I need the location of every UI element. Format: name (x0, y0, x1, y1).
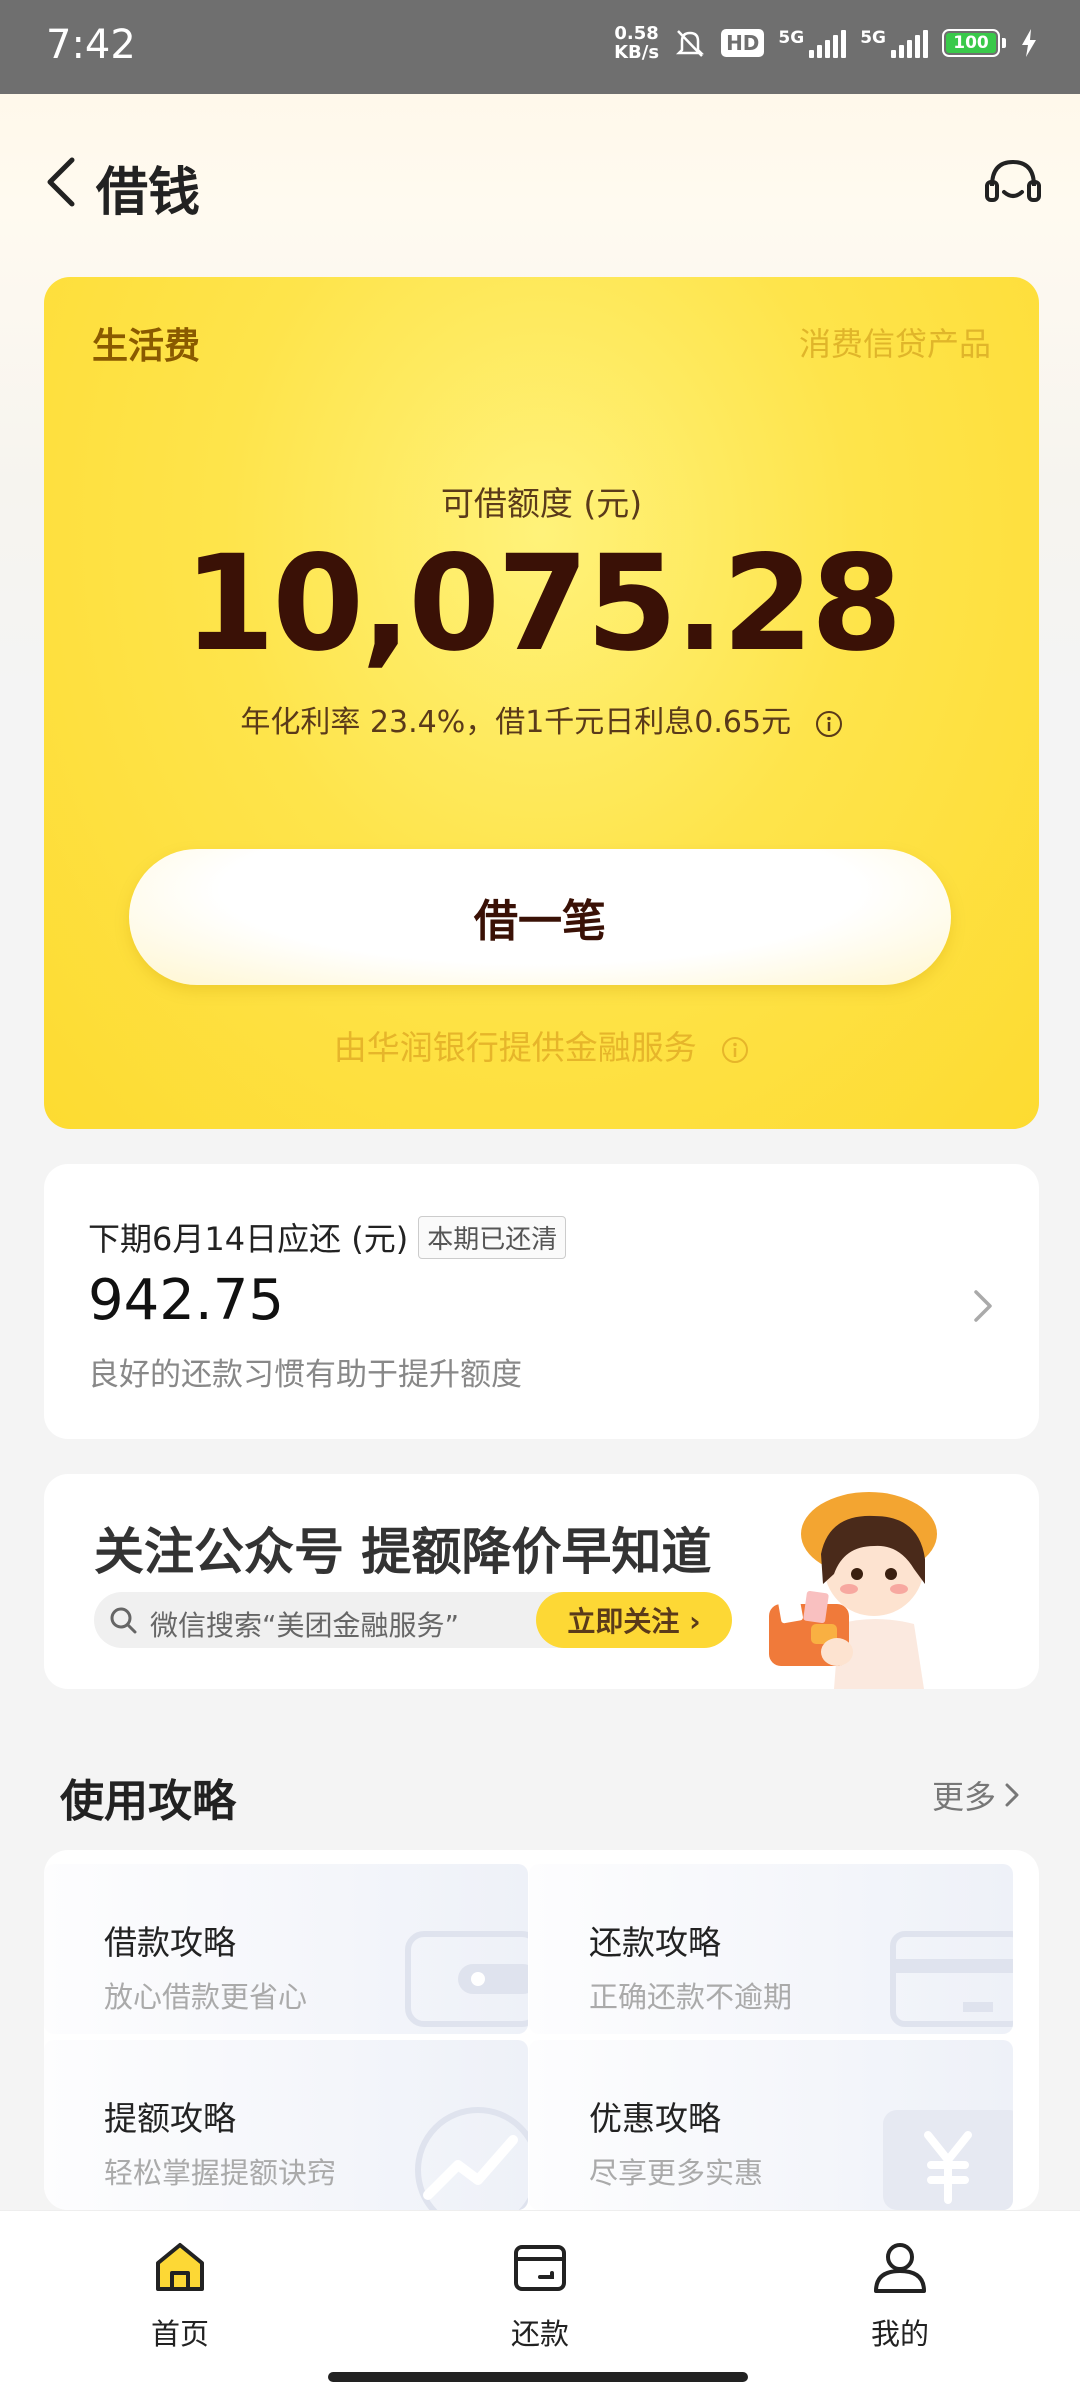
chevron-right-icon (974, 1290, 992, 1322)
rate-row: 年化利率 23.4%，借1千元日利息0.65元 (44, 697, 1039, 741)
header: 借钱 (0, 130, 1080, 240)
chevron-left-icon[interactable] (42, 152, 82, 212)
guide-item-title: 提额攻略 (104, 2099, 236, 2138)
search-icon (110, 1607, 137, 1634)
trend-up-deco-icon (415, 2107, 528, 2210)
guide-item-title: 优惠攻略 (589, 2099, 721, 2138)
guide-item-subtitle: 正确还款不逾期 (589, 1980, 793, 2014)
guide-item-discount[interactable]: 优惠攻略 尽享更多实惠 (529, 2040, 1013, 2210)
status-time: 7:42 (46, 22, 136, 68)
person-icon (874, 2243, 926, 2293)
status-icons: 0.58 KB/s HD 5G 5G 100 (614, 24, 1038, 62)
repayment-tip: 良好的还款习惯有助于提升额度 (88, 1357, 522, 1393)
quota-label: 可借额度 (元) (440, 484, 643, 523)
guide-item-quota[interactable]: 提额攻略 轻松掌握提额诀窍 (44, 2040, 528, 2210)
nav-label-repay: 还款 (510, 2317, 569, 2351)
wallet-icon (514, 2245, 566, 2291)
charging-icon (1022, 29, 1036, 57)
sim1-label: 5G (778, 28, 805, 48)
page-title: 借钱 (96, 163, 201, 223)
repayment-title: 下期6月14日应还 (元) (88, 1220, 409, 1258)
headset-icon[interactable] (982, 152, 1044, 214)
status-bar: 7:42 0.58 KB/s HD 5G 5G 100 (0, 0, 1080, 94)
mute-bell-icon (676, 30, 705, 57)
nav-item-repay[interactable]: 还款 (450, 2237, 630, 2357)
guide-item-subtitle: 放心借款更省心 (104, 1980, 308, 2014)
card-label: 生活费 (92, 326, 201, 367)
guide-item-borrow[interactable]: 借款攻略 放心借款更省心 (44, 1864, 528, 2034)
guide-item-repay[interactable]: 还款攻略 正确还款不逾期 (529, 1864, 1013, 2034)
signal-sim2-icon: 5G (860, 28, 928, 58)
guide-more-label: 更多 (931, 1778, 996, 1816)
girl-with-wallet-illustration (769, 1492, 937, 1689)
nav-item-home[interactable]: 首页 (90, 2237, 270, 2357)
nav-item-mine[interactable]: 我的 (810, 2237, 990, 2357)
home-icon (156, 2243, 204, 2291)
bank-info-icon[interactable] (721, 1036, 749, 1064)
chevron-right-small-icon (1005, 1783, 1019, 1807)
hd-badge: HD (721, 29, 765, 57)
repayment-title-row: 下期6月14日应还 (元) 本期已还清 (88, 1214, 567, 1260)
repayment-card[interactable]: 下期6月14日应还 (元) 本期已还清 942.75 良好的还款习惯有助于提升额… (44, 1164, 1039, 1439)
banner-search-text: 微信搜索“美团金融服务” (150, 1609, 460, 1642)
banner-title: 关注公众号 提额降价早知道 (94, 1523, 712, 1581)
guide-item-subtitle: 尽享更多实惠 (589, 2156, 764, 2190)
nav-label-home: 首页 (150, 2317, 209, 2351)
follow-button[interactable]: 立即关注 › (536, 1592, 732, 1648)
signal-sim1-icon: 5G (778, 28, 847, 58)
rate-text: 年化利率 23.4%，借1千元日利息0.65元 (240, 705, 792, 740)
network-speed-value: 0.58 (614, 23, 659, 44)
repayment-amount: 942.75 (88, 1268, 284, 1333)
follow-banner[interactable]: 关注公众号 提额降价早知道 微信搜索“美团金融服务” 立即关注 › (44, 1474, 1039, 1689)
guide-item-title: 还款攻略 (589, 1923, 721, 1962)
network-speed-unit: KB/s (614, 42, 660, 63)
bank-text: 由华润银行提供金融服务 (333, 1028, 697, 1067)
borrow-button[interactable]: 借一笔 (129, 849, 951, 985)
nav-label-mine: 我的 (870, 2317, 929, 2351)
sim2-label: 5G (860, 28, 886, 48)
repayment-status-badge: 本期已还清 (418, 1215, 567, 1259)
guide-item-title: 借款攻略 (104, 1923, 236, 1962)
guide-item-subtitle: 轻松掌握提额诀窍 (104, 2156, 337, 2190)
guide-section-title: 使用攻略 (60, 1776, 236, 1827)
network-speed: 0.58 KB/s (614, 24, 659, 62)
info-icon[interactable] (815, 710, 843, 738)
wallet-deco-icon (405, 1931, 528, 2027)
banner-search-pill: 微信搜索“美团金融服务” 立即关注 › (94, 1592, 732, 1648)
product-type: 消费信贷产品 (798, 325, 991, 363)
guide-card: 借款攻略 放心借款更省心 还款攻略 正确还款不逾期 提额攻略 轻松掌握提额诀窍 … (44, 1850, 1039, 2210)
coupon-deco-icon (883, 2110, 1013, 2210)
bank-row: 由华润银行提供金融服务 (44, 1021, 1039, 1069)
battery-icon: 100 (942, 29, 1006, 57)
card-deco-icon (890, 1931, 1013, 2027)
home-indicator (328, 2372, 748, 2382)
battery-level: 100 (946, 33, 996, 53)
quota-amount: 10,075.28 (183, 527, 902, 681)
loan-card: 生活费 消费信贷产品 可借额度 (元) 10,075.28 年化利率 23.4%… (44, 277, 1039, 1129)
guide-more-link[interactable]: 更多 (932, 1772, 1020, 1818)
